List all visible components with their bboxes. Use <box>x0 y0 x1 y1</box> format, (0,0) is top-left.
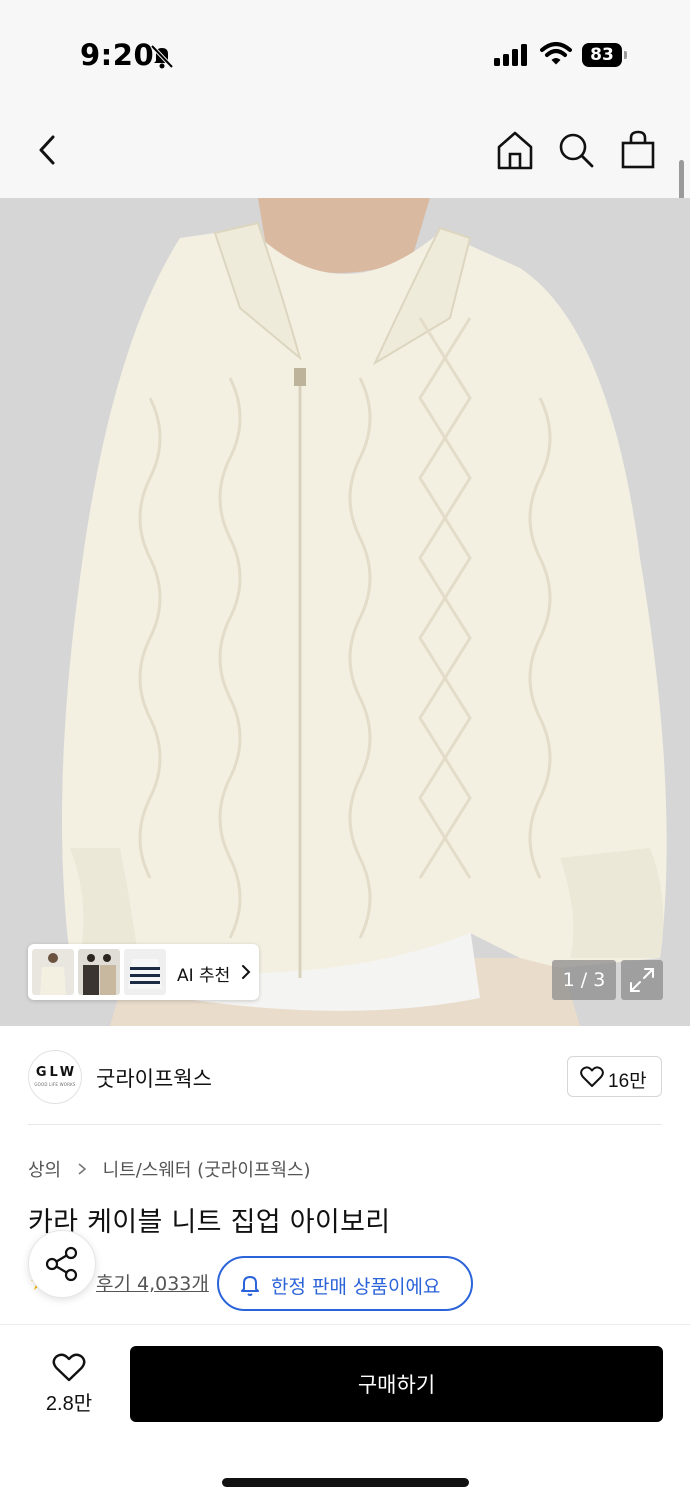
limited-sale-text: 한정 판매 상품이에요 <box>271 1276 441 1298</box>
product-photo-sweater <box>0 198 690 1026</box>
chevron-right-icon <box>78 1163 87 1175</box>
chevron-right-icon <box>242 965 251 979</box>
wifi-icon <box>540 42 572 65</box>
ai-thumbnail-1 <box>32 949 74 995</box>
back-icon <box>39 135 55 165</box>
wishlist-count: 2.8만 <box>45 1393 93 1415</box>
back-button[interactable] <box>26 128 70 172</box>
brand-logo-subtext: GOOD LIFE WORKS <box>34 1082 76 1087</box>
bottom-action-bar: 2.8만 구매하기 <box>0 1324 690 1500</box>
share-button[interactable] <box>28 1230 96 1298</box>
brand-like-count: 16만 <box>608 1071 647 1092</box>
heart-icon <box>52 1353 86 1382</box>
bell-icon <box>241 1276 259 1296</box>
wishlist-button[interactable]: 2.8만 <box>30 1347 108 1423</box>
brand-name[interactable]: 굿라이프웍스 <box>96 1063 212 1093</box>
top-navigation <box>0 100 690 198</box>
breadcrumb-subcategory[interactable]: 니트/스웨터 (굿라이프웍스) <box>103 1156 311 1182</box>
status-bar: 9:20 83 <box>0 0 690 100</box>
breadcrumb: 상의 니트/스웨터 (굿라이프웍스) <box>28 1156 311 1182</box>
share-icon <box>45 1246 78 1282</box>
image-page-counter: 1 / 3 <box>552 960 616 1000</box>
search-icon <box>559 133 594 168</box>
home-indicator <box>222 1478 469 1487</box>
bag-icon <box>621 130 655 169</box>
battery-icon: 83 <box>582 43 628 67</box>
status-time: 9:20 <box>80 38 155 72</box>
divider <box>28 1124 662 1125</box>
brand-logo[interactable]: GLW GOOD LIFE WORKS <box>28 1050 82 1104</box>
ai-thumbnail-2 <box>78 949 120 995</box>
home-icon <box>497 131 533 170</box>
buy-button[interactable]: 구매하기 <box>130 1346 663 1422</box>
heart-icon <box>580 1066 604 1087</box>
battery-level: 83 <box>582 43 622 67</box>
brand-logo-text: GLW <box>35 1065 78 1080</box>
review-count-link[interactable]: 후기 4,033개 <box>96 1269 209 1296</box>
bell-off-icon <box>150 44 174 69</box>
breadcrumb-category[interactable]: 상의 <box>28 1156 61 1182</box>
ai-recommendation-label: AI 추천 <box>177 966 231 986</box>
home-button[interactable] <box>493 128 537 172</box>
ai-thumbnail-3 <box>124 949 166 995</box>
expand-icon <box>630 968 654 992</box>
ai-recommendation-chip[interactable]: AI 추천 <box>28 944 259 1000</box>
shopping-bag-button[interactable] <box>616 128 660 172</box>
brand-like-button[interactable]: 16만 <box>567 1056 662 1097</box>
expand-image-button[interactable] <box>621 960 663 1000</box>
battery-tip <box>624 51 627 59</box>
signal-icon <box>494 44 527 66</box>
limited-sale-badge: 한정 판매 상품이에요 <box>217 1256 473 1311</box>
product-image-carousel[interactable] <box>0 198 690 1026</box>
search-button[interactable] <box>554 128 598 172</box>
